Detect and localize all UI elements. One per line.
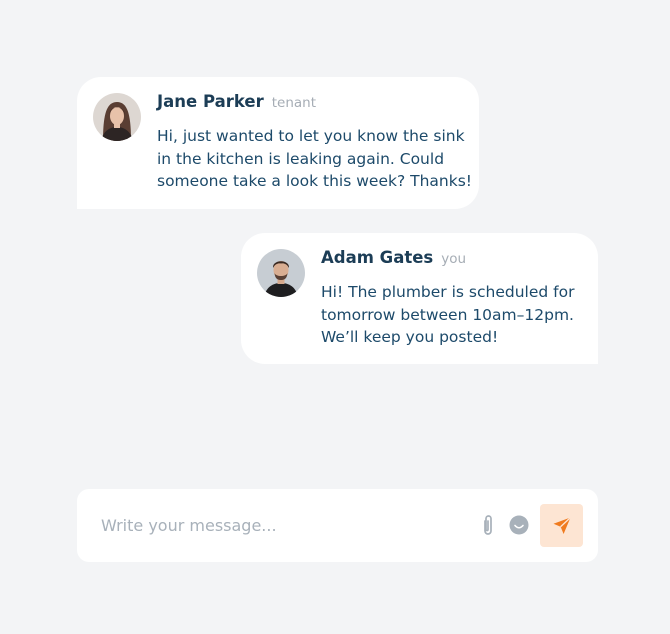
message-composer xyxy=(77,489,598,562)
message-line: Hi, just wanted to let you know the sink xyxy=(157,127,465,145)
smiley-icon[interactable] xyxy=(509,515,529,535)
message-line: in the kitchen is leaking again. Could xyxy=(157,149,445,168)
message-line: We’ll keep you posted! xyxy=(321,328,499,346)
sender-role: tenant xyxy=(271,95,317,111)
message-line: Hi! The plumber is scheduled for xyxy=(321,283,575,301)
message-input[interactable] xyxy=(101,511,461,539)
sender-name: Adam Gates xyxy=(321,248,434,267)
paperclip-icon[interactable] xyxy=(480,514,496,536)
message-line: tomorrow between 10am–12pm. xyxy=(321,305,574,324)
send-button[interactable] xyxy=(540,504,583,547)
message-bubble-jane-parker: Jane Parker tenant Hi, just wanted to let… xyxy=(77,77,479,209)
send-icon xyxy=(553,516,571,534)
avatar-adam-gates xyxy=(257,249,305,297)
sender-role: you xyxy=(441,251,467,267)
message-bubble-adam-gates: Adam Gates you Hi! The plumber is schedul… xyxy=(241,233,598,364)
message-text: Hi! The plumber is scheduled for tomorro… xyxy=(321,281,574,349)
avatar-jane-parker xyxy=(93,93,141,141)
message-line: someone take a look this week? Thanks! xyxy=(157,172,472,190)
sender-name: Jane Parker xyxy=(157,92,264,111)
message-text: Hi, just wanted to let you know the sink… xyxy=(157,125,472,193)
